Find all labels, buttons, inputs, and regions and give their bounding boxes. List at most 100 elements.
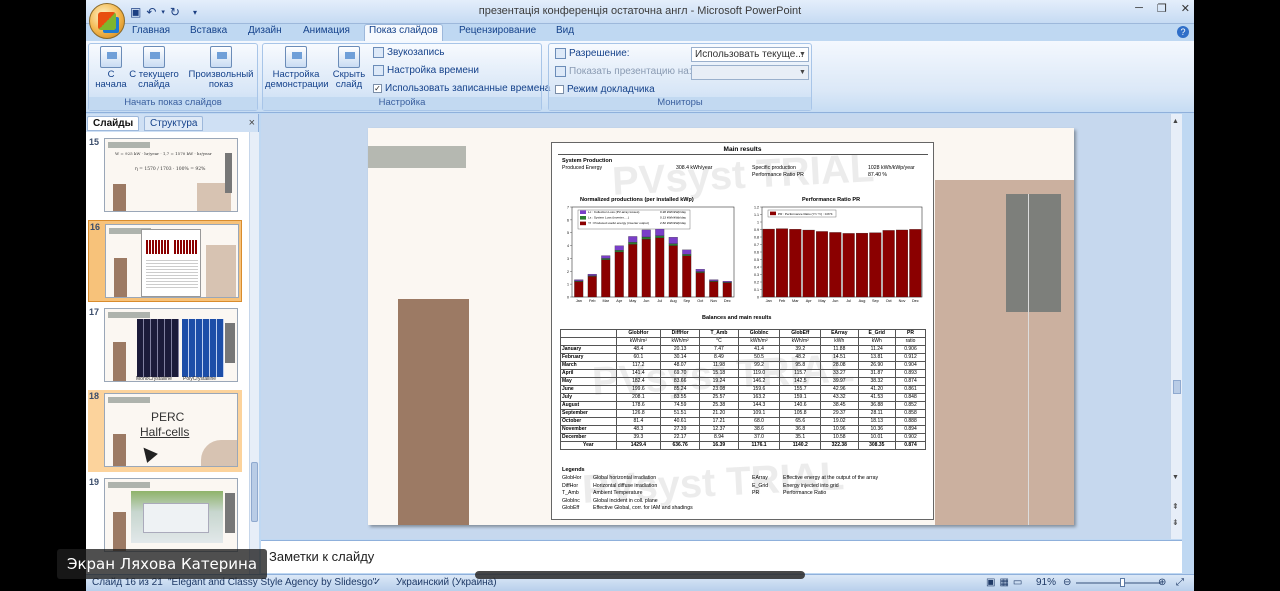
tab-animation[interactable]: Анимация bbox=[299, 25, 354, 36]
y-tick-label: 5 bbox=[567, 231, 569, 235]
tab-home[interactable]: Главная bbox=[128, 25, 174, 36]
office-logo-icon bbox=[98, 12, 116, 30]
zoom-out-icon[interactable]: ⊖ bbox=[1063, 577, 1071, 588]
minimize-icon[interactable]: ─ bbox=[1135, 2, 1143, 15]
table-cell: Year bbox=[560, 441, 617, 450]
zoom-slider[interactable] bbox=[1076, 582, 1161, 584]
table-cell: October bbox=[560, 417, 617, 426]
tab-slideshow[interactable]: Показ слайдов bbox=[364, 24, 443, 42]
table-cell: 10.58 bbox=[820, 433, 859, 442]
slide-grey-band bbox=[368, 146, 466, 168]
dropdown-arrow-icon: ▼ bbox=[799, 69, 806, 76]
scroll-up-icon[interactable]: ▲ bbox=[1172, 118, 1179, 125]
resolution-label: Разрешение: bbox=[555, 48, 630, 59]
table-row: January 48.4 20.13 7.47 41.4 39.2 11.88 11.24 0.… bbox=[560, 345, 927, 354]
tab-design[interactable]: Дизайн bbox=[244, 25, 286, 36]
slide-thumbnail-17[interactable]: 17 MonoCrystalline PolyCrystalline bbox=[88, 306, 242, 386]
zoom-in-icon[interactable]: ⊕ bbox=[1158, 577, 1166, 588]
hide-slide-button[interactable]: Скрыть слайд bbox=[329, 46, 369, 90]
table-cell: 83.55 bbox=[660, 393, 701, 402]
table-cell: 40.61 bbox=[660, 417, 701, 426]
normal-view-icon[interactable]: ▣ bbox=[986, 577, 999, 588]
table-cell: PR bbox=[894, 329, 927, 338]
next-slide-icon[interactable]: ⇟ bbox=[1172, 518, 1179, 527]
close-icon[interactable]: ✕ bbox=[1181, 2, 1190, 15]
bar bbox=[682, 249, 692, 255]
thumbnails-scrollbar[interactable] bbox=[249, 132, 259, 574]
thumb-title: Half-cells bbox=[140, 425, 190, 439]
thumb-grey-bar bbox=[108, 482, 150, 488]
thumbnail-image: PERC Half-cells bbox=[104, 393, 238, 467]
editor-scrollbar[interactable]: ▲ ▼ ⇞ ⇟ bbox=[1170, 114, 1182, 539]
table-cell: 126.8 bbox=[615, 409, 662, 418]
zoom-slider-handle[interactable] bbox=[1120, 578, 1125, 587]
current-slide[interactable]: PVsyst TRIAL PVsyst TRIAL PVsyst TRIAL M… bbox=[368, 128, 1074, 525]
slide-thumbnail-15[interactable]: 15 W = 925 kW · hr/year · 1,7 = 1570 kW … bbox=[88, 136, 242, 214]
table-cell: 17.21 bbox=[699, 417, 739, 426]
table-cell: 0.902 bbox=[894, 433, 927, 442]
presenter-view-checkbox[interactable]: Режим докладчика bbox=[555, 84, 655, 95]
x-tick-label: Nov bbox=[710, 299, 717, 303]
y-tick-label: 1 bbox=[757, 221, 759, 225]
y-tick-label: 0.1 bbox=[754, 288, 759, 292]
table-cell: 37.0 bbox=[737, 433, 781, 442]
use-timings-checkbox[interactable]: ✓ Использовать записанные времена bbox=[373, 83, 550, 94]
thumb-chart bbox=[146, 240, 170, 254]
slide-thumbnail-16[interactable]: 16 bbox=[88, 220, 242, 302]
help-icon[interactable]: ? bbox=[1177, 26, 1189, 38]
record-narration-button[interactable]: Звукозапись bbox=[373, 47, 444, 58]
show-on-select[interactable]: ▼ bbox=[691, 65, 809, 80]
scroll-down-icon[interactable]: ▼ bbox=[1172, 474, 1179, 481]
slide-thumbnail-19[interactable]: 19 bbox=[88, 476, 242, 556]
tab-insert[interactable]: Вставка bbox=[186, 25, 231, 36]
scrollbar-thumb[interactable] bbox=[251, 462, 258, 522]
thumbnail-image: MonoCrystalline PolyCrystalline bbox=[104, 308, 238, 382]
table-cell: 27.39 bbox=[660, 425, 701, 434]
fit-slide-icon[interactable]: ⤢ bbox=[1176, 577, 1184, 588]
bar bbox=[614, 245, 624, 251]
x-tick-label: Jan bbox=[766, 299, 772, 303]
slideshow-view-icon[interactable]: ▭ bbox=[1013, 577, 1026, 588]
setup-show-button[interactable]: Настройка демонстрации bbox=[265, 46, 329, 90]
x-tick-label: Dec bbox=[912, 299, 919, 303]
table-cell: November bbox=[560, 425, 617, 434]
slide-thumbnail-18[interactable]: 18 PERC Half-cells bbox=[88, 390, 242, 472]
from-current-button[interactable]: С текущего слайда bbox=[129, 46, 179, 90]
table-row: December 39.3 22.17 8.94 37.0 35.1 10.58 10.01 0… bbox=[560, 433, 927, 442]
tab-outline[interactable]: Структура bbox=[144, 116, 204, 131]
monitor-icon bbox=[555, 48, 566, 59]
table-cell: 11.98 bbox=[699, 361, 739, 370]
resolution-select[interactable]: Использовать текуще... ▼ bbox=[691, 47, 809, 62]
tab-review[interactable]: Рецензирование bbox=[455, 25, 540, 36]
poly-panel-image bbox=[182, 319, 224, 377]
table-cell: 159.1 bbox=[779, 393, 822, 402]
y-tick-label: 6 bbox=[567, 218, 569, 222]
notes-pane[interactable]: Заметки к слайду bbox=[261, 540, 1182, 573]
thumb-chart bbox=[174, 240, 198, 254]
legend-text: Ambient Temperature bbox=[593, 490, 643, 496]
zoom-level[interactable]: 91% bbox=[1036, 577, 1056, 588]
restore-icon[interactable]: ❐ bbox=[1157, 2, 1167, 15]
table-cell: 26.90 bbox=[857, 361, 896, 370]
bar bbox=[614, 250, 624, 253]
spellcheck-icon[interactable]: ✓ bbox=[373, 577, 381, 588]
custom-show-button[interactable]: Произвольный показ bbox=[185, 46, 257, 90]
tab-view[interactable]: Вид bbox=[552, 25, 578, 36]
close-panel-icon[interactable]: × bbox=[249, 117, 255, 129]
notes-placeholder[interactable]: Заметки к слайду bbox=[269, 549, 374, 564]
prev-slide-icon[interactable]: ⇞ bbox=[1172, 502, 1179, 511]
scrollbar-thumb[interactable] bbox=[1173, 380, 1181, 394]
tab-slides[interactable]: Слайды bbox=[87, 116, 140, 131]
rehearse-timings-button[interactable]: Настройка времени bbox=[373, 65, 479, 76]
pvsyst-report-image: PVsyst TRIAL PVsyst TRIAL PVsyst TRIAL M… bbox=[551, 142, 934, 520]
x-tick-label: Jun bbox=[643, 299, 649, 303]
table-cell: 25.38 bbox=[699, 401, 739, 410]
bar bbox=[628, 242, 638, 245]
thumb-table bbox=[146, 258, 198, 288]
legend-text: Performance Ratio bbox=[783, 490, 827, 496]
office-button[interactable] bbox=[89, 3, 125, 39]
from-start-button[interactable]: С начала bbox=[92, 46, 130, 90]
sorter-view-icon[interactable]: ▦ bbox=[999, 577, 1012, 588]
table-cell: EArray bbox=[820, 329, 859, 338]
bar bbox=[682, 255, 692, 298]
